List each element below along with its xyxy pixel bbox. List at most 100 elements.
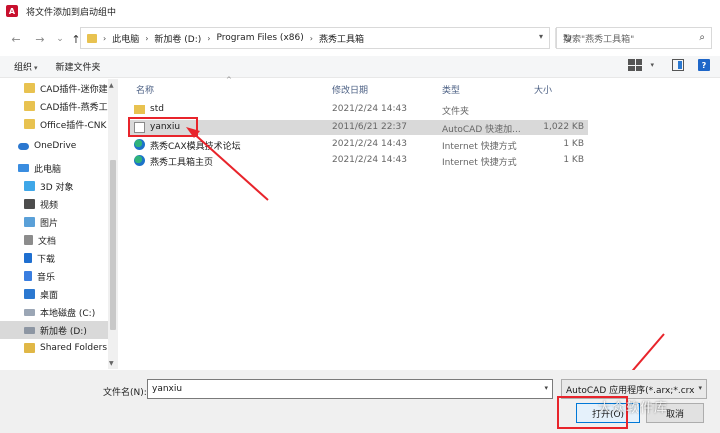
column-header-type[interactable]: 类型 xyxy=(442,83,460,96)
folder-icon xyxy=(134,105,145,114)
scroll-up-icon[interactable]: ▲ xyxy=(109,82,114,89)
sidebar-item-cad-yanxiu[interactable]: CAD插件-燕秀工 xyxy=(0,97,118,115)
search-icon: ⌕ xyxy=(699,32,705,43)
search-box[interactable]: 搜索"燕秀工具箱" ⌕ xyxy=(556,27,712,49)
sidebar-item-label: 下载 xyxy=(37,254,56,265)
recent-locations-button[interactable]: ⌄ xyxy=(52,30,68,48)
sidebar-item-label: 音乐 xyxy=(37,272,56,283)
file-row-cax-forum[interactable]: 燕秀CAX模具技术论坛 2021/2/24 14:43 Internet 快捷方… xyxy=(128,137,588,152)
breadcrumb-drive-d[interactable]: 新加卷 (D:) xyxy=(154,32,201,45)
view-options-icon[interactable] xyxy=(628,59,643,71)
column-header-size[interactable]: 大小 xyxy=(534,83,552,96)
drive-icon xyxy=(24,326,35,334)
sidebar-item-label: 视频 xyxy=(40,200,59,211)
file-name: 燕秀工具箱主页 xyxy=(150,158,214,168)
watermark-text: 大众软件库 xyxy=(598,401,669,416)
file-type: 文件夹 xyxy=(442,107,470,117)
organize-label: 组织 xyxy=(14,63,33,73)
computer-icon xyxy=(18,164,29,172)
breadcrumb-separator-icon: › xyxy=(145,33,149,43)
sidebar-item-office-cnk[interactable]: Office插件-CNK xyxy=(0,115,118,133)
file-type-filter-value: AutoCAD 应用程序(*.arx;*.crx xyxy=(566,385,695,396)
command-toolbar: 组织 ▾ 新建文件夹 ▾ ? xyxy=(0,56,720,78)
address-bar[interactable]: › 此电脑 › 新加卷 (D:) › Program Files (x86) ›… xyxy=(80,27,572,49)
chevron-down-icon: ⌄ xyxy=(56,34,64,44)
breadcrumb-separator-icon: › xyxy=(207,33,211,43)
cloud-icon xyxy=(18,142,29,150)
new-folder-button[interactable]: 新建文件夹 xyxy=(56,60,101,73)
file-list: 名称 ^ 修改日期 类型 大小 std 2021/2/24 14:43 文件夹 … xyxy=(122,76,720,369)
sidebar-scrollbar-thumb[interactable] xyxy=(110,160,116,330)
column-header-name[interactable]: 名称 xyxy=(136,83,154,96)
sidebar-item-cad-mini[interactable]: CAD插件-迷你建 xyxy=(0,79,118,97)
file-modified: 2011/6/21 22:37 xyxy=(332,122,407,132)
filename-input[interactable]: yanxiu ▾ xyxy=(147,379,553,399)
column-header-modified[interactable]: 修改日期 xyxy=(332,83,368,96)
address-dropdown-icon[interactable]: ▾ xyxy=(539,32,543,41)
sidebar-item-label: OneDrive xyxy=(34,141,77,151)
sidebar-item-drive-d[interactable]: 新加卷 (D:) xyxy=(0,321,118,339)
sidebar-item-label: 此电脑 xyxy=(34,164,62,175)
folder-icon xyxy=(24,83,35,93)
organize-menu-button[interactable]: 组织 ▾ xyxy=(14,60,38,73)
chevron-down-icon[interactable]: ▾ xyxy=(698,384,702,392)
file-row-toolbox-home[interactable]: 燕秀工具箱主页 2021/2/24 14:43 Internet 快捷方式 1 … xyxy=(128,153,588,168)
navigation-bar: ← → ⌄ ↑ › 此电脑 › 新加卷 (D:) › Program Files… xyxy=(0,26,720,52)
sidebar-item-label: Shared Folders xyxy=(40,343,108,353)
sidebar-item-label: 文档 xyxy=(38,236,57,247)
search-input[interactable]: 搜索"燕秀工具箱" xyxy=(563,32,634,45)
sidebar-item-desktop[interactable]: 桌面 xyxy=(0,285,118,303)
desktop-icon xyxy=(24,289,35,299)
sidebar-item-shared-folders[interactable]: Shared Folders xyxy=(0,339,118,357)
music-icon xyxy=(24,271,32,281)
breadcrumb-program-files[interactable]: Program Files (x86) xyxy=(216,33,303,43)
file-size: 1 KB xyxy=(563,155,584,165)
breadcrumb-yanxiu-toolbox[interactable]: 燕秀工具箱 xyxy=(319,32,364,45)
file-size: 1 KB xyxy=(563,139,584,149)
sidebar-item-documents[interactable]: 文档 xyxy=(0,231,118,249)
preview-pane-icon[interactable] xyxy=(672,59,684,71)
video-icon xyxy=(24,199,35,209)
file-modified: 2021/2/24 14:43 xyxy=(332,139,407,149)
sidebar-item-onedrive[interactable]: OneDrive xyxy=(0,137,118,155)
sidebar-item-this-pc[interactable]: 此电脑 xyxy=(0,159,118,177)
file-name: std xyxy=(150,104,164,114)
file-row-std[interactable]: std 2021/2/24 14:43 文件夹 xyxy=(128,102,588,117)
cube-icon xyxy=(24,181,35,191)
help-icon[interactable]: ? xyxy=(698,59,710,71)
sidebar-item-videos[interactable]: 视频 xyxy=(0,195,118,213)
chevron-down-icon[interactable]: ▾ xyxy=(650,61,654,69)
scroll-down-icon[interactable]: ▼ xyxy=(109,360,114,367)
sidebar-item-drive-c[interactable]: 本地磁盘 (C:) xyxy=(0,303,118,321)
sort-ascending-icon: ^ xyxy=(226,76,232,84)
window-title: 将文件添加到启动组中 xyxy=(26,7,117,18)
document-icon xyxy=(24,235,33,245)
sidebar-item-pictures[interactable]: 图片 xyxy=(0,213,118,231)
breadcrumb-separator-icon: › xyxy=(103,33,107,43)
sidebar-item-label: 桌面 xyxy=(40,290,59,301)
sidebar-item-label: Office插件-CNK xyxy=(40,120,107,131)
filename-label: 文件名(N): xyxy=(103,388,147,398)
sidebar-item-music[interactable]: 音乐 xyxy=(0,267,118,285)
arrow-left-icon: ← xyxy=(11,32,21,46)
sidebar-item-label: 本地磁盘 (C:) xyxy=(40,308,96,319)
title-bar: A 将文件添加到启动组中 xyxy=(0,0,720,22)
sidebar-item-label: 3D 对象 xyxy=(40,182,74,193)
internet-shortcut-icon xyxy=(134,139,145,150)
drive-icon xyxy=(24,308,35,316)
breadcrumb-this-pc[interactable]: 此电脑 xyxy=(112,32,139,45)
chevron-down-icon[interactable]: ▾ xyxy=(544,384,548,392)
chevron-down-icon: ▾ xyxy=(34,64,38,72)
folder-icon xyxy=(24,119,35,129)
sidebar-item-downloads[interactable]: 下载 xyxy=(0,249,118,267)
view-controls: ▾ ? xyxy=(628,59,710,71)
picture-icon xyxy=(24,217,35,227)
navigation-pane: CAD插件-迷你建 CAD插件-燕秀工 Office插件-CNK OneDriv… xyxy=(0,79,118,369)
forward-button[interactable]: → xyxy=(32,30,48,48)
back-button[interactable]: ← xyxy=(8,30,24,48)
file-name: 燕秀CAX模具技术论坛 xyxy=(150,142,241,152)
download-icon xyxy=(24,253,32,263)
annotation-highlight-box xyxy=(128,117,198,137)
file-type: Internet 快捷方式 xyxy=(442,158,517,168)
sidebar-item-3d-objects[interactable]: 3D 对象 xyxy=(0,177,118,195)
